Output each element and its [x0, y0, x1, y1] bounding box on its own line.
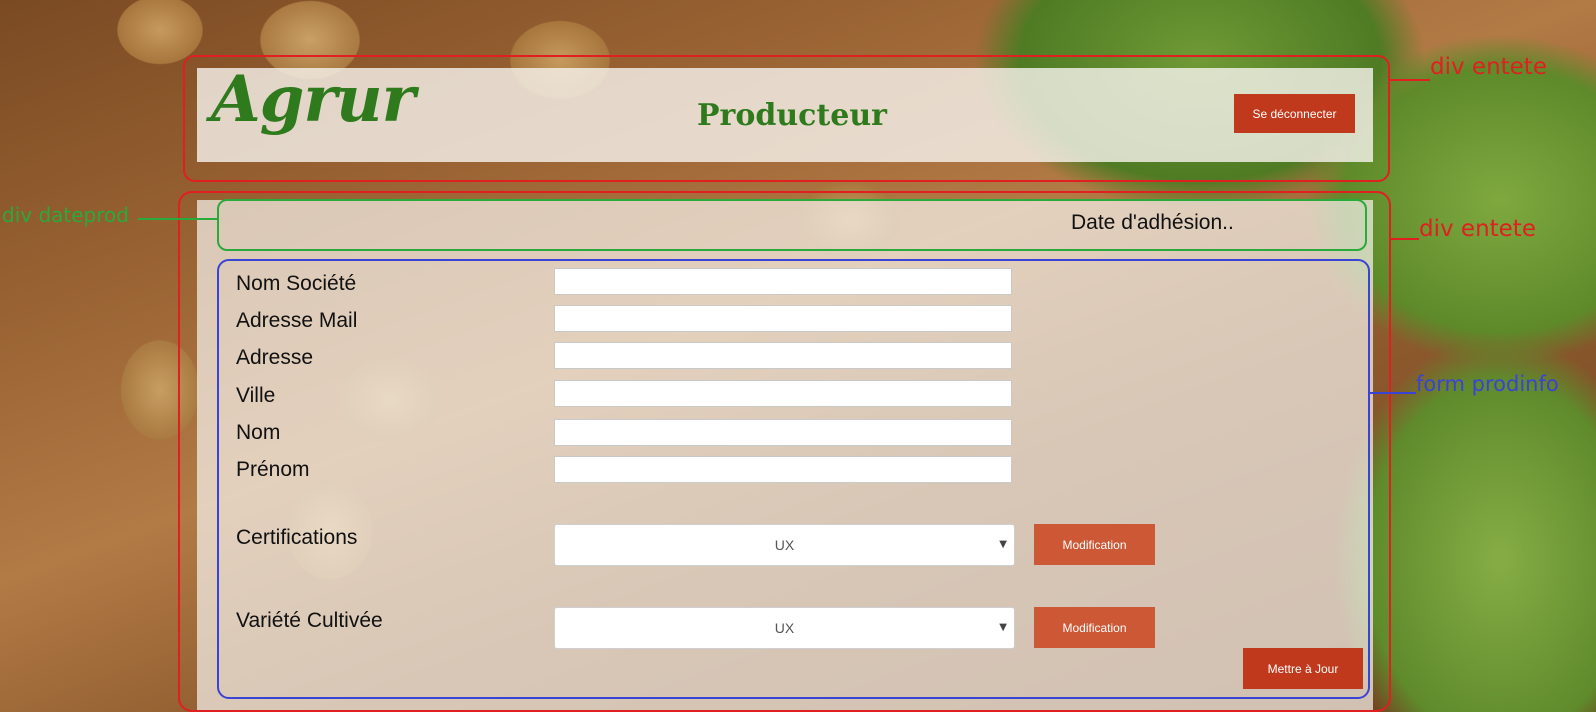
annotation-form-label: form prodinfo [1416, 372, 1559, 396]
annotation-entete-2-label: div entete [1419, 216, 1536, 242]
annotation-entete-label: div entete [1430, 54, 1547, 80]
annotation-leader [1390, 79, 1430, 81]
annotation-leader [138, 218, 218, 220]
annotation-leader [1391, 238, 1419, 240]
annotation-form-outline [217, 259, 1370, 699]
annotation-entete-outline [183, 55, 1390, 182]
annotation-dateprod-label: div dateprod [2, 203, 129, 227]
annotation-leader [1370, 392, 1416, 394]
annotation-dateprod-outline [217, 199, 1367, 251]
